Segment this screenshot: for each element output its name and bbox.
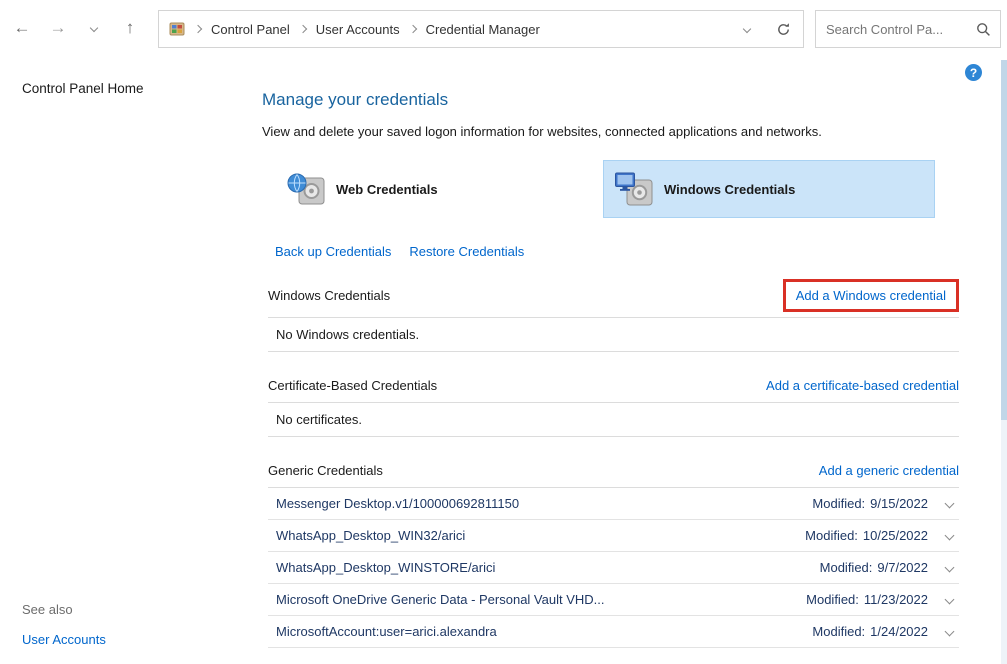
breadcrumb-item-user-accounts[interactable]: User Accounts [316,22,400,37]
breadcrumb[interactable]: Control Panel User Accounts Credential M… [158,10,804,48]
add-generic-credential-link[interactable]: Add a generic credential [819,463,959,478]
tile-label: Windows Credentials [664,182,795,197]
expand-button[interactable] [946,500,953,507]
scrollbar-thumb[interactable] [1001,60,1007,420]
add-windows-credential-link[interactable]: Add a Windows credential [796,288,946,303]
breadcrumb-separator-icon [408,25,416,33]
credential-type-tiles: Web Credentials Windows Credentials [275,160,959,218]
modified-label: Modified: [812,496,865,511]
windows-credentials-icon [614,170,654,208]
credential-name: MicrosoftAccount:user=arici.alexandra [276,624,812,639]
credential-modified: Modified: 11/23/2022 [806,592,928,607]
navigation-toolbar: ← → ↑ Control Panel User Accounts Creden… [0,0,1007,58]
modified-date: 1/24/2022 [870,624,928,639]
credential-name: Microsoft OneDrive Generic Data - Person… [276,592,806,607]
annotation-highlight-box: Add a Windows credential [783,279,959,312]
credential-actions: Back up Credentials Restore Credentials [275,244,959,259]
search-box [815,10,1001,48]
refresh-icon [776,22,791,37]
add-certificate-credential-link[interactable]: Add a certificate-based credential [766,378,959,393]
windows-credentials-section: Windows Credentials Add a Windows creden… [268,273,959,352]
modified-date: 10/25/2022 [863,528,928,543]
breadcrumb-separator-icon [194,25,202,33]
expand-button[interactable] [946,628,953,635]
backup-credentials-link[interactable]: Back up Credentials [275,244,391,259]
tile-web-credentials[interactable]: Web Credentials [275,160,603,218]
page-subtitle: View and delete your saved logon informa… [262,124,959,139]
credential-row[interactable]: WhatsApp_Desktop_WIN32/arici Modified: 1… [268,520,959,552]
credential-name: WhatsApp_Desktop_WINSTORE/arici [276,560,820,575]
help-button[interactable]: ? [965,64,982,81]
expand-button[interactable] [946,532,953,539]
chevron-down-icon [945,627,955,637]
sidebar-link-user-accounts[interactable]: User Accounts [22,632,106,647]
divider [268,436,959,437]
chevron-down-icon [90,24,98,32]
credential-row[interactable]: Microsoft OneDrive Generic Data - Person… [268,584,959,616]
breadcrumb-item-control-panel[interactable]: Control Panel [211,22,290,37]
web-credentials-icon [286,170,326,208]
sidebar-item-control-panel-home[interactable]: Control Panel Home [22,81,144,96]
control-panel-icon [169,21,185,37]
empty-windows-credentials-text: No Windows credentials. [268,318,959,351]
chevron-down-icon [945,595,955,605]
recent-pages-button[interactable] [82,15,106,41]
search-icon[interactable] [976,22,991,37]
certificate-credentials-section: Certificate-Based Credentials Add a cert… [268,372,959,437]
empty-certificates-text: No certificates. [268,403,959,436]
breadcrumb-item-credential-manager[interactable]: Credential Manager [426,22,540,37]
credential-row[interactable]: Messenger Desktop.v1/100000692811150 Mod… [268,488,959,520]
sidebar: Control Panel Home See also User Account… [0,58,250,664]
refresh-button[interactable] [776,22,791,37]
credential-row[interactable]: MicrosoftAccount:user=arici.alexandra Mo… [268,616,959,648]
chevron-down-icon [743,25,751,33]
modified-date: 9/7/2022 [877,560,928,575]
credential-name: WhatsApp_Desktop_WIN32/arici [276,528,805,543]
chevron-down-icon [945,499,955,509]
restore-credentials-link[interactable]: Restore Credentials [409,244,524,259]
modified-label: Modified: [812,624,865,639]
vertical-scrollbar[interactable] [1001,60,1007,664]
credential-name: Messenger Desktop.v1/100000692811150 [276,496,812,511]
modified-date: 11/23/2022 [864,592,928,607]
section-title: Certificate-Based Credentials [268,378,437,393]
expand-button[interactable] [946,596,953,603]
search-input[interactable] [826,22,976,37]
credential-modified: Modified: 10/25/2022 [805,528,928,543]
credential-modified: Modified: 9/7/2022 [820,560,928,575]
modified-label: Modified: [806,592,859,607]
modified-date: 9/15/2022 [870,496,928,511]
tile-windows-credentials[interactable]: Windows Credentials [603,160,935,218]
divider [268,351,959,352]
breadcrumb-dropdown-button[interactable] [744,26,750,32]
tile-label: Web Credentials [336,182,438,197]
see-also-heading: See also [22,602,73,617]
up-button[interactable]: ↑ [118,15,142,41]
breadcrumb-separator-icon [299,25,307,33]
generic-credentials-section: Generic Credentials Add a generic creden… [268,457,959,648]
expand-button[interactable] [946,564,953,571]
section-title: Generic Credentials [268,463,383,478]
section-title: Windows Credentials [268,288,390,303]
modified-label: Modified: [820,560,873,575]
forward-button[interactable]: → [46,15,70,41]
nav-buttons: ← → ↑ [10,15,142,41]
credential-modified: Modified: 9/15/2022 [812,496,928,511]
modified-label: Modified: [805,528,858,543]
chevron-down-icon [945,563,955,573]
main-content: Manage your credentials View and delete … [262,88,959,648]
credential-modified: Modified: 1/24/2022 [812,624,928,639]
chevron-down-icon [945,531,955,541]
back-button[interactable]: ← [10,15,34,41]
page-title: Manage your credentials [262,90,959,110]
credential-row[interactable]: WhatsApp_Desktop_WINSTORE/arici Modified… [268,552,959,584]
